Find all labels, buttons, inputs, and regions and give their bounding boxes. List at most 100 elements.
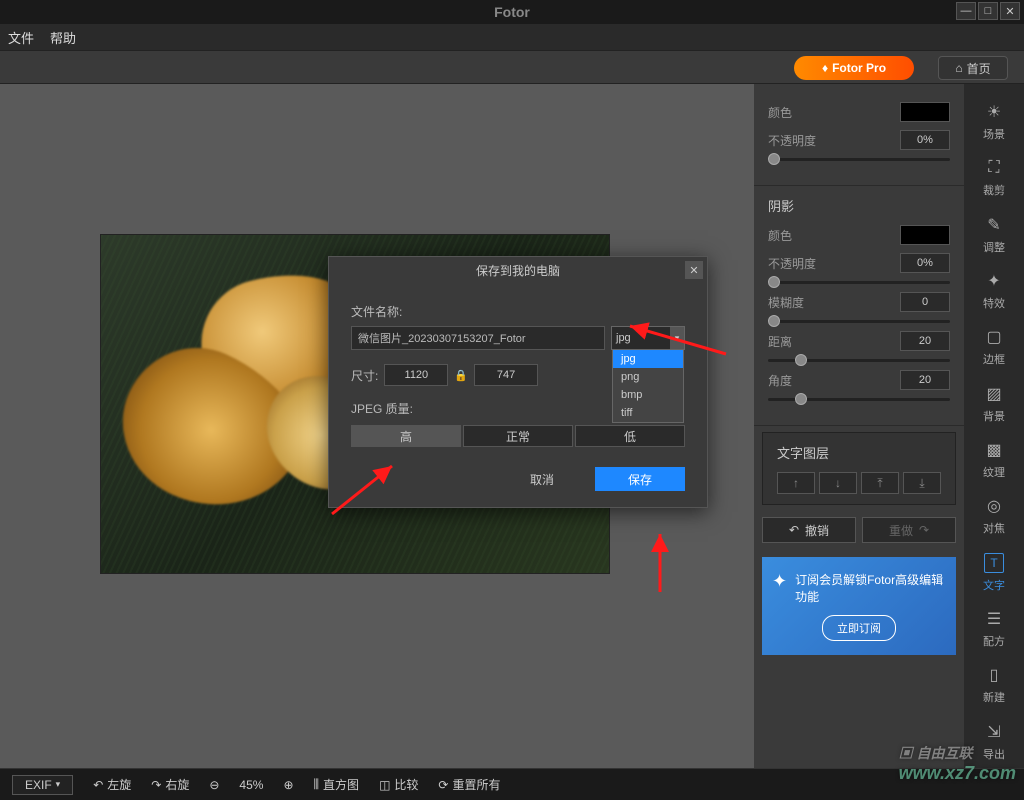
angle-slider[interactable] (768, 398, 950, 401)
rail-effects[interactable]: ✦特效 (970, 265, 1018, 317)
angle-value[interactable]: 20 (900, 370, 950, 390)
menu-bar: 文件 帮助 (0, 24, 1024, 50)
rail-crop[interactable]: ⛶裁剪 (970, 152, 1018, 204)
zoom-out-button[interactable]: ⊖ (209, 778, 219, 792)
sparkle-icon: ✦ (984, 271, 1004, 291)
shadow-opacity-value[interactable]: 0% (900, 253, 950, 273)
tool-rail: ☀场景 ⛶裁剪 ✎调整 ✦特效 ▢边框 ▨背景 ▩纹理 ◎对焦 T文字 ☰配方 … (964, 84, 1024, 768)
rail-texture[interactable]: ▩纹理 (970, 434, 1018, 486)
redo-label: 重做 (889, 522, 913, 539)
home-button[interactable]: ⌂ 首页 (938, 56, 1008, 80)
compare-button[interactable]: ◫比较 (379, 776, 418, 793)
text-icon: T (984, 553, 1004, 573)
undo-button[interactable]: ↶ 撤销 (762, 517, 856, 543)
window-controls: — □ ✕ (956, 2, 1020, 20)
format-dropdown: jpg png bmp tiff (612, 349, 684, 423)
format-option-bmp[interactable]: bmp (613, 386, 683, 404)
layer-bottom-button[interactable]: ⤓ (903, 472, 941, 494)
compare-icon: ◫ (379, 778, 390, 792)
rotate-right-button[interactable]: ↷右旋 (151, 776, 189, 793)
shadow-color-swatch[interactable] (900, 225, 950, 245)
border-icon: ▢ (984, 327, 1004, 347)
rail-border[interactable]: ▢边框 (970, 321, 1018, 373)
cancel-button[interactable]: 取消 (497, 467, 587, 491)
lock-icon[interactable]: 🔒 (454, 369, 468, 382)
filename-input[interactable] (351, 326, 605, 350)
reset-all-button[interactable]: ⟳重置所有 (438, 776, 500, 793)
dialog-close-button[interactable]: ✕ (685, 261, 703, 279)
rotate-left-button[interactable]: ↶左旋 (93, 776, 131, 793)
color-swatch[interactable] (900, 102, 950, 122)
distance-slider[interactable] (768, 359, 950, 362)
rail-focus[interactable]: ◎对焦 (970, 490, 1018, 542)
height-input[interactable] (474, 364, 538, 386)
dialog-title: 保存到我的电脑 (476, 262, 560, 279)
rail-background[interactable]: ▨背景 (970, 378, 1018, 430)
layer-up-button[interactable]: ↑ (777, 472, 815, 494)
blur-value[interactable]: 0 (900, 292, 950, 312)
home-label: 首页 (967, 60, 991, 77)
shadow-opacity-slider[interactable] (768, 281, 950, 284)
format-option-png[interactable]: png (613, 368, 683, 386)
menu-file[interactable]: 文件 (8, 28, 34, 47)
rotate-left-icon: ↶ (93, 778, 103, 792)
save-dialog: 保存到我的电脑 ✕ 文件名称: jpg ▾ jpg png bmp tiff 尺… (328, 256, 708, 508)
quality-normal-button[interactable]: 正常 (463, 425, 573, 447)
diamond-icon: ♦ (822, 61, 828, 75)
list-icon: ☰ (984, 609, 1004, 629)
target-icon: ◎ (984, 496, 1004, 516)
undo-icon: ↶ (789, 523, 799, 537)
properties-panel: 颜色 不透明度 0% 阴影 颜色 不透明度 0% 模糊度 0 (754, 84, 964, 768)
opacity-slider[interactable] (768, 158, 950, 161)
histogram-icon: ⫼ (314, 777, 320, 792)
reset-icon: ⟳ (438, 778, 448, 792)
blur-label: 模糊度 (768, 294, 804, 311)
exif-button[interactable]: EXIF ▾ (12, 775, 73, 795)
rail-new[interactable]: ▯新建 (970, 659, 1018, 711)
color-section: 颜色 不透明度 0% (754, 92, 964, 186)
dialog-header[interactable]: 保存到我的电脑 ✕ (329, 257, 707, 283)
format-selected: jpg (616, 332, 631, 344)
save-button[interactable]: 保存 (595, 467, 685, 491)
file-icon: ▯ (984, 665, 1004, 685)
quality-high-button[interactable]: 高 (351, 425, 461, 447)
chevron-down-icon: ▾ (56, 779, 61, 790)
opacity-label: 不透明度 (768, 132, 816, 149)
close-button[interactable]: ✕ (1000, 2, 1020, 20)
filename-label: 文件名称: (351, 303, 685, 320)
rail-adjust[interactable]: ✎调整 (970, 209, 1018, 261)
zoom-in-button[interactable]: ⊕ (283, 778, 293, 792)
promo-text: 订阅会员解锁Fotor高级编辑功能 (795, 571, 946, 605)
undo-label: 撤销 (805, 522, 829, 539)
maximize-button[interactable]: □ (978, 2, 998, 20)
bottom-bar: EXIF ▾ ↶左旋 ↷右旋 ⊖ 45% ⊕ ⫼直方图 ◫比较 ⟳重置所有 (0, 768, 1024, 800)
format-select[interactable]: jpg ▾ jpg png bmp tiff (611, 326, 685, 350)
redo-icon: ↷ (919, 523, 929, 537)
zoom-level[interactable]: 45% (239, 778, 263, 792)
blur-slider[interactable] (768, 320, 950, 323)
layers-header: 文字图层 (777, 443, 941, 462)
minimize-button[interactable]: — (956, 2, 976, 20)
sun-icon: ☀ (984, 102, 1004, 122)
format-option-jpg[interactable]: jpg (613, 350, 683, 368)
promo-banner: ✦ 订阅会员解锁Fotor高级编辑功能 立即订阅 (762, 557, 956, 655)
format-option-tiff[interactable]: tiff (613, 404, 683, 422)
fotor-pro-button[interactable]: ♦ Fotor Pro (794, 56, 914, 80)
opacity-value[interactable]: 0% (900, 130, 950, 150)
histogram-button[interactable]: ⫼直方图 (314, 776, 360, 793)
width-input[interactable] (384, 364, 448, 386)
redo-button[interactable]: 重做 ↷ (862, 517, 956, 543)
rail-recipe[interactable]: ☰配方 (970, 603, 1018, 655)
layer-down-button[interactable]: ↓ (819, 472, 857, 494)
layer-top-button[interactable]: ⤒ (861, 472, 899, 494)
undo-redo-row: ↶ 撤销 重做 ↷ (754, 511, 964, 549)
shadow-header: 阴影 (768, 196, 950, 215)
menu-help[interactable]: 帮助 (50, 28, 76, 47)
rail-scene[interactable]: ☀场景 (970, 96, 1018, 148)
rail-export[interactable]: ⇲导出 (970, 716, 1018, 768)
subscribe-button[interactable]: 立即订阅 (822, 615, 896, 641)
size-label: 尺寸: (351, 367, 378, 384)
distance-value[interactable]: 20 (900, 331, 950, 351)
rail-text[interactable]: T文字 (970, 547, 1018, 599)
quality-low-button[interactable]: 低 (575, 425, 685, 447)
